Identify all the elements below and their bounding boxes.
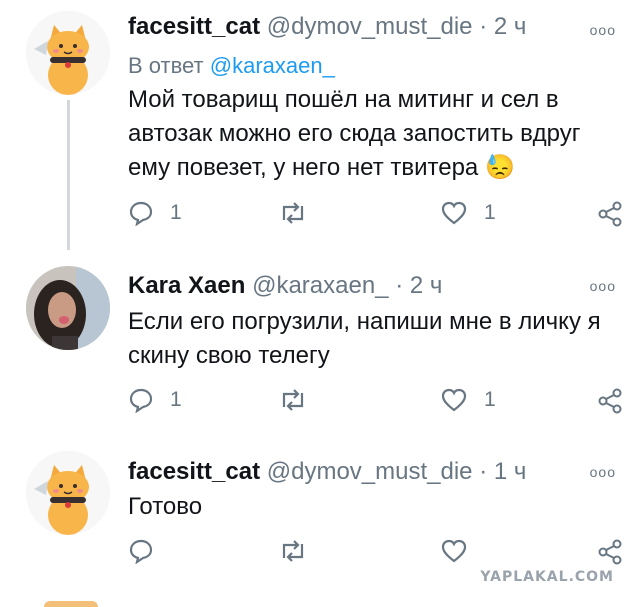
next-avatar-peek xyxy=(44,601,98,607)
tweet-text-content: Готово xyxy=(128,493,203,520)
user-handle[interactable]: @karaxaen_ xyxy=(252,272,388,299)
heart-icon xyxy=(441,201,467,225)
like-button[interactable]: 1 xyxy=(440,387,496,413)
share-button[interactable] xyxy=(596,538,624,566)
reply-button[interactable]: 1 xyxy=(128,387,182,413)
tweet-2[interactable]: Kara Xaen @karaxaen_ · 2 ч ooo Если его … xyxy=(0,250,640,440)
retweet-icon xyxy=(282,202,304,224)
reply-prefix: В ответ xyxy=(128,53,204,78)
watermark: YAPLAKAL.COM xyxy=(480,569,614,585)
reply-icon xyxy=(129,201,153,226)
retweet-icon xyxy=(282,389,304,411)
more-options-icon[interactable]: ooo xyxy=(590,464,616,480)
separator-dot: · xyxy=(479,458,488,485)
retweet-button[interactable] xyxy=(278,200,324,226)
heart-icon xyxy=(441,388,467,412)
emoji-sweat-icon: 😓 xyxy=(484,154,515,181)
reply-context: В ответ @karaxaen_ xyxy=(128,53,335,79)
tweet-header: facesitt_cat @dymov_must_die · 1 ч xyxy=(128,458,526,486)
timestamp[interactable]: 1 ч xyxy=(494,458,527,485)
share-button[interactable] xyxy=(596,387,624,415)
avatar-cat-icon[interactable] xyxy=(26,451,110,535)
avatar-user-photo[interactable] xyxy=(26,266,110,350)
more-options-icon[interactable]: ooo xyxy=(590,278,616,294)
reply-button[interactable]: 1 xyxy=(128,200,182,226)
tweet-actions: 1 1 xyxy=(128,387,628,423)
tweet-header: facesitt_cat @dymov_must_die · 2 ч xyxy=(128,13,526,41)
share-icon xyxy=(598,388,622,414)
thread-line xyxy=(67,100,70,250)
more-options-icon[interactable]: ooo xyxy=(590,22,616,38)
reply-count: 1 xyxy=(170,201,182,224)
tweet-header: Kara Xaen @karaxaen_ · 2 ч xyxy=(128,272,442,300)
retweet-button[interactable] xyxy=(278,387,324,413)
tweet-actions: 1 1 xyxy=(128,200,628,236)
heart-icon xyxy=(441,539,467,563)
like-button[interactable]: 1 xyxy=(440,200,496,226)
reply-mention-link[interactable]: @karaxaen_ xyxy=(210,53,335,78)
reply-button[interactable] xyxy=(128,538,170,564)
separator-dot: · xyxy=(479,13,488,40)
tweet-text: Мой товарищ пошёл на митинг и сел в авто… xyxy=(128,83,608,185)
tweet-text-content: Если его погрузили, напиши мне в личку я… xyxy=(128,308,601,369)
like-button[interactable] xyxy=(440,538,484,564)
reply-icon xyxy=(129,388,153,413)
reply-icon xyxy=(129,539,153,564)
timestamp[interactable]: 2 ч xyxy=(410,272,443,299)
user-handle[interactable]: @dymov_must_die xyxy=(267,458,473,485)
retweet-icon xyxy=(282,540,304,562)
retweet-button[interactable] xyxy=(278,538,324,564)
like-count: 1 xyxy=(484,201,496,224)
tweet-text: Если его погрузили, напиши мне в личку я… xyxy=(128,305,608,373)
like-count: 1 xyxy=(484,388,496,411)
share-button[interactable] xyxy=(596,200,624,228)
timestamp[interactable]: 2 ч xyxy=(494,13,527,40)
user-handle[interactable]: @dymov_must_die xyxy=(267,13,473,40)
tweet-1[interactable]: facesitt_cat @dymov_must_die · 2 ч ooo В… xyxy=(0,0,640,250)
avatar-cat-icon[interactable] xyxy=(26,11,110,95)
separator-dot: · xyxy=(395,272,404,299)
display-name[interactable]: facesitt_cat xyxy=(128,458,260,485)
share-icon xyxy=(598,539,622,565)
share-icon xyxy=(598,201,622,227)
tweet-text: Готово xyxy=(128,490,608,524)
display-name[interactable]: facesitt_cat xyxy=(128,13,260,40)
display-name[interactable]: Kara Xaen xyxy=(128,272,245,299)
reply-count: 1 xyxy=(170,388,182,411)
